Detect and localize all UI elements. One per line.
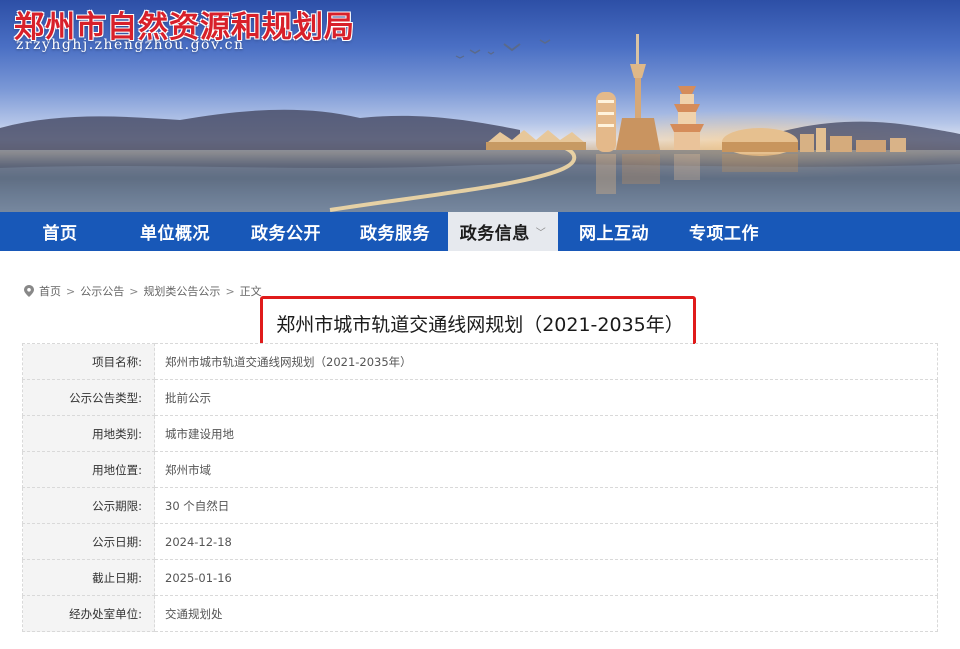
nav-item-label: 政务信息 (459, 224, 530, 244)
nav-item-home[interactable]: 首页 (0, 212, 120, 251)
details-table: 项目名称: 郑州市城市轨道交通线网规划（2021-2035年） 公示公告类型: … (22, 343, 938, 632)
row-label: 经办处室单位: (22, 595, 155, 632)
row-value: 2024-12-18 (154, 523, 938, 560)
nav-item-label: 专项工作 (689, 224, 759, 244)
row-value: 30 个自然日 (154, 487, 938, 524)
nav-item-gov-service[interactable]: 政务服务 (342, 212, 448, 251)
nav-item-label: 网上互动 (579, 224, 649, 244)
breadcrumb-separator: > (66, 284, 76, 298)
row-value: 批前公示 (154, 379, 938, 416)
table-row: 公示期限: 30 个自然日 (22, 487, 938, 524)
site-url: zrzyhghj.zhengzhou.gov.cn (16, 37, 245, 53)
table-row: 经办处室单位: 交通规划处 (22, 595, 938, 632)
row-value: 郑州市城市轨道交通线网规划（2021-2035年） (154, 343, 938, 380)
row-label: 截止日期: (22, 559, 155, 596)
breadcrumb-current: 正文 (239, 285, 262, 298)
row-value: 郑州市域 (154, 451, 938, 488)
row-label: 用地类别: (22, 415, 155, 452)
row-value: 交通规划处 (154, 595, 938, 632)
header-banner: 郑州市自然资源和规划局 zrzyhghj.zhengzhou.gov.cn (0, 0, 960, 212)
nav-item-label: 政务公开 (251, 224, 321, 244)
row-label: 公示公告类型: (22, 379, 155, 416)
breadcrumb-planning-notices-link[interactable]: 规划类公告公示 (143, 283, 220, 299)
nav-item-gov-open[interactable]: 政务公开 (230, 212, 342, 251)
nav-item-label: 首页 (42, 224, 78, 244)
table-row: 截止日期: 2025-01-16 (22, 559, 938, 596)
nav-item-about[interactable]: 单位概况 (120, 212, 230, 251)
nav-item-label: 单位概况 (140, 224, 210, 244)
table-row: 项目名称: 郑州市城市轨道交通线网规划（2021-2035年） (22, 343, 938, 380)
row-value: 城市建设用地 (154, 415, 938, 452)
row-label: 公示期限: (22, 487, 155, 524)
nav-item-special[interactable]: 专项工作 (670, 212, 778, 251)
main-nav: 首页 单位概况 政务公开 政务服务 政务信息 ﹀ 网上互动 专项工作 (0, 212, 960, 251)
nav-item-gov-info[interactable]: 政务信息 ﹀ (448, 212, 558, 251)
nav-item-label: 政务服务 (360, 224, 430, 244)
breadcrumb-separator: > (225, 284, 235, 298)
breadcrumb-notices-link[interactable]: 公示公告 (80, 283, 124, 299)
page-title: 郑州市城市轨道交通线网规划（2021-2035年） (276, 314, 684, 336)
chevron-down-icon: ﹀ (535, 228, 547, 239)
table-row: 公示日期: 2024-12-18 (22, 523, 938, 560)
breadcrumb: 首页 > 公示公告 > 规划类公告公示 > 正文 (24, 282, 262, 300)
row-label: 项目名称: (22, 343, 155, 380)
row-label: 用地位置: (22, 451, 155, 488)
row-value: 2025-01-16 (154, 559, 938, 596)
location-pin-icon (24, 285, 34, 297)
table-row: 公示公告类型: 批前公示 (22, 379, 938, 416)
table-row: 用地位置: 郑州市域 (22, 451, 938, 488)
breadcrumb-separator: > (129, 284, 139, 298)
table-row: 用地类别: 城市建设用地 (22, 415, 938, 452)
breadcrumb-home-link[interactable]: 首页 (39, 283, 61, 299)
row-label: 公示日期: (22, 523, 155, 560)
nav-item-interaction[interactable]: 网上互动 (558, 212, 670, 251)
